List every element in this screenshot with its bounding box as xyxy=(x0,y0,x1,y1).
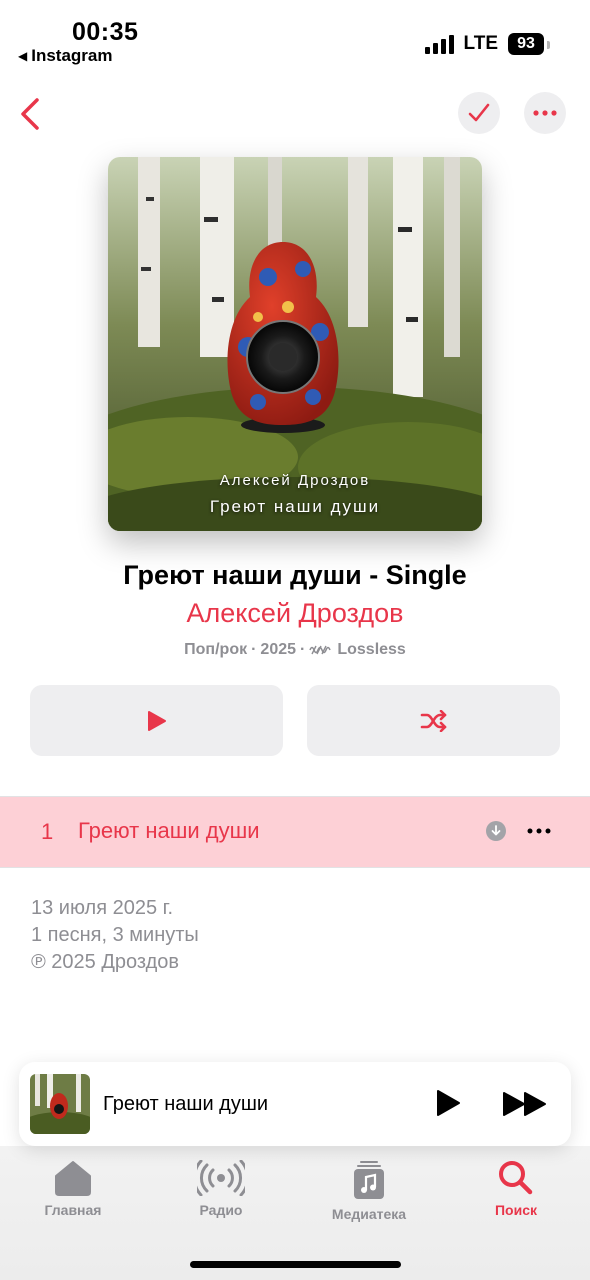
network-type: LTE xyxy=(463,33,498,54)
shuffle-button[interactable] xyxy=(307,685,560,756)
tab-label: Радио xyxy=(199,1202,243,1218)
tab-library[interactable]: Медиатека xyxy=(314,1160,424,1222)
album-genre: Поп/рок xyxy=(184,641,248,658)
status-bar: 00:35 ◀ Instagram LTE 93 xyxy=(0,0,590,72)
play-icon xyxy=(147,710,166,731)
track-title: Греют наши души xyxy=(78,818,260,843)
album-title: Греют наши души - Single xyxy=(123,560,467,590)
play-button[interactable] xyxy=(30,685,283,756)
home-indicator[interactable] xyxy=(190,1261,401,1268)
cellular-signal-icon xyxy=(424,34,454,54)
library-icon xyxy=(354,1161,384,1199)
tab-home[interactable]: Главная xyxy=(18,1160,128,1218)
fast-forward-icon xyxy=(503,1092,546,1116)
radio-icon xyxy=(197,1160,245,1196)
ellipsis-icon xyxy=(533,110,557,116)
back-app-label: Instagram xyxy=(31,46,113,65)
track-more-button[interactable] xyxy=(524,821,554,841)
checkmark-icon xyxy=(468,103,490,122)
mini-player[interactable]: Греют наши души xyxy=(19,1062,571,1146)
divider xyxy=(0,867,590,868)
mini-player-artwork xyxy=(30,1074,90,1134)
tab-search[interactable]: Поиск xyxy=(461,1160,571,1218)
tab-bar: Главная Радио Медиатека Поиск xyxy=(0,1146,590,1280)
album-year: 2025 xyxy=(260,641,297,658)
tab-label: Главная xyxy=(44,1202,102,1218)
mini-player-title: Греют наши души xyxy=(103,1093,269,1115)
back-to-app-link[interactable]: ◀ Instagram xyxy=(18,46,112,66)
shuffle-icon xyxy=(420,709,446,732)
album-artist-link[interactable]: Алексей Дроздов xyxy=(0,598,590,629)
track-number: 1 xyxy=(41,819,54,844)
more-options-button[interactable] xyxy=(524,92,566,134)
status-time: 00:35 xyxy=(72,18,139,46)
downloaded-icon xyxy=(486,821,506,841)
tab-radio[interactable]: Радио xyxy=(166,1160,276,1218)
next-track-button[interactable] xyxy=(501,1090,549,1123)
status-indicators: LTE 93 xyxy=(424,33,550,55)
album-info: 13 июля 2025 г. 1 песня, 3 минуты ℗ 2025… xyxy=(31,895,199,976)
tab-label: Поиск xyxy=(494,1202,537,1218)
ellipsis-icon xyxy=(527,828,551,834)
battery-level: 93 xyxy=(517,35,535,52)
play-icon xyxy=(437,1090,460,1116)
back-triangle-icon: ◀ xyxy=(18,49,28,63)
lossless-icon xyxy=(309,645,332,655)
copyright: ℗ 2025 Дроздов xyxy=(31,951,180,973)
added-to-library-button[interactable] xyxy=(458,92,500,134)
track-row[interactable]: 1 Греют наши души xyxy=(0,797,590,867)
tab-label: Медиатека xyxy=(331,1206,407,1222)
mini-play-button[interactable] xyxy=(433,1088,463,1123)
album-summary: 1 песня, 3 минуты xyxy=(31,924,199,946)
home-icon xyxy=(55,1161,91,1196)
artwork-title-text: Греют наши души xyxy=(209,497,381,516)
artwork-artist-text: Алексей Дроздов xyxy=(219,472,371,489)
battery-icon: 93 xyxy=(508,33,550,55)
chevron-left-icon xyxy=(21,98,39,130)
album-meta: Поп/рок · 2025 · Lossless xyxy=(184,641,406,658)
back-button[interactable] xyxy=(10,92,50,136)
release-date: 13 июля 2025 г. xyxy=(31,897,174,919)
album-quality: Lossless xyxy=(337,641,406,658)
search-icon xyxy=(499,1161,533,1195)
